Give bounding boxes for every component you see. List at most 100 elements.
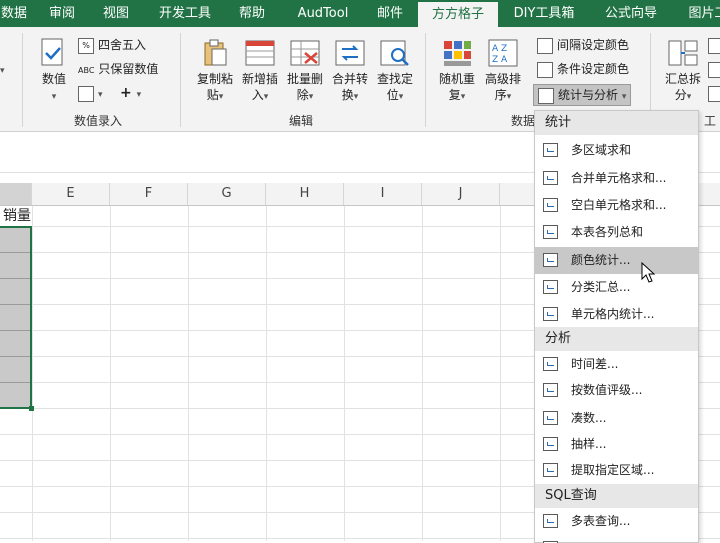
- mouse-cursor-icon: [641, 262, 656, 283]
- column-header-d[interactable]: [0, 183, 32, 205]
- keep-values-button[interactable]: ABC 只保留数值: [78, 59, 158, 79]
- column-header[interactable]: H: [266, 183, 344, 205]
- tab-fangfanggezi[interactable]: 方方格子: [418, 2, 498, 27]
- column-header[interactable]: F: [110, 183, 188, 205]
- menu-item-blank-cell-sum[interactable]: 空白单元格求和...: [535, 192, 698, 219]
- column-header[interactable]: J: [422, 183, 500, 205]
- sum-area-icon: [543, 143, 558, 157]
- value-button-label: 数值: [41, 72, 66, 86]
- svg-text:Z A: Z A: [492, 55, 508, 65]
- random-repeat-button[interactable]: 随机重 复▾: [432, 37, 482, 105]
- tab-audtool[interactable]: AudTool: [288, 0, 358, 27]
- menu-item-subtotal[interactable]: 分类汇总...: [535, 274, 698, 301]
- advanced-sort-label-2: 序: [494, 88, 507, 102]
- advanced-sort-label-1: 高级排: [484, 72, 521, 86]
- work-tool-button-3[interactable]: [708, 83, 720, 103]
- column-header[interactable]: E: [32, 183, 110, 205]
- tab-view[interactable]: 视图: [96, 0, 136, 27]
- random-repeat-label-2: 复: [448, 88, 461, 102]
- menu-section-stats: 统计: [535, 111, 698, 135]
- menu-item-in-cell-stats[interactable]: 单元格内统计...: [535, 301, 698, 328]
- sales-header-cell[interactable]: 销量: [0, 206, 31, 226]
- menu-item-more[interactable]: [535, 535, 698, 543]
- copy-paste-label-2: 贴: [206, 88, 219, 102]
- column-header[interactable]: I: [344, 183, 422, 205]
- menu-item-extract-range[interactable]: 提取指定区域...: [535, 457, 698, 484]
- merge-convert-button[interactable]: 合并转 换▾: [325, 37, 375, 105]
- round-button-label: 四舍五入: [98, 38, 147, 52]
- menu-item-color-stats[interactable]: 颜色统计...: [535, 247, 698, 274]
- find-icon: [380, 40, 409, 66]
- tab-image-tools[interactable]: 图片工: [678, 0, 720, 27]
- menu-item-make-up-sum[interactable]: 凑数...: [535, 405, 698, 432]
- tab-review[interactable]: 审阅: [42, 0, 82, 27]
- group-label-numeric: 数值录入: [74, 114, 123, 128]
- value-button[interactable]: 数值 ▾: [36, 37, 72, 105]
- gridline: [500, 206, 501, 541]
- summary-split-label-2: 分: [674, 88, 687, 102]
- menu-item-column-totals[interactable]: 本表各列总和: [535, 219, 698, 246]
- interval-color-label: 间隔设定颜色: [557, 38, 630, 52]
- ribbon-tab-bar: 数据 审阅 视图 开发工具 帮助 AudTool 邮件 方方格子 DIY工具箱 …: [0, 0, 720, 27]
- cond-color-button[interactable]: 条件设定颜色: [537, 59, 629, 79]
- row-divider: [0, 356, 30, 357]
- merged-sum-icon: [543, 171, 558, 185]
- gridline: [422, 206, 423, 541]
- gridline: [32, 206, 33, 541]
- menu-section-sql: SQL查询: [535, 484, 698, 508]
- divider: [180, 33, 181, 127]
- insert-symbol-button[interactable]: + ▾: [120, 83, 141, 103]
- divider: [425, 33, 426, 127]
- row-divider: [0, 330, 30, 331]
- sort-az-icon: A Z Z A: [488, 39, 518, 67]
- new-insert-button[interactable]: 新增插 入▾: [235, 37, 285, 105]
- work-tool-button-2[interactable]: [708, 59, 720, 79]
- copy-paste-button[interactable]: 复制粘 贴▾: [190, 37, 240, 105]
- menu-item-grade-by-value[interactable]: 按数值评级...: [535, 377, 698, 404]
- tab-developer[interactable]: 开发工具: [150, 0, 220, 27]
- summary-split-icon: [668, 40, 698, 66]
- advanced-sort-button[interactable]: A Z Z A 高级排 序▾: [478, 37, 528, 105]
- round-icon: %: [78, 37, 94, 54]
- menu-item-sampling[interactable]: 抽样...: [535, 431, 698, 458]
- menu-item-label: 多区域求和: [571, 143, 632, 157]
- interval-color-button[interactable]: 间隔设定颜色: [537, 35, 629, 55]
- tab-help[interactable]: 帮助: [232, 0, 272, 27]
- menu-item-multi-table-query[interactable]: 多表查询...: [535, 508, 698, 535]
- tab-mail[interactable]: 邮件: [368, 0, 412, 27]
- menu-item-time-diff[interactable]: 时间差...: [535, 351, 698, 378]
- menu-item-merged-cell-sum[interactable]: 合并单元格求和...: [535, 165, 698, 192]
- sampling-icon: [543, 437, 558, 451]
- time-diff-icon: [543, 357, 558, 371]
- group-label-work: 工: [704, 114, 717, 128]
- in-cell-stats-icon: [543, 307, 558, 321]
- menu-item-label: 空白单元格求和...: [571, 198, 667, 212]
- stats-analysis-button[interactable]: 统计与分析 ▾: [533, 84, 632, 106]
- color-stats-icon: [543, 253, 558, 267]
- batch-delete-label-1: 批量删: [286, 72, 323, 86]
- merge-convert-label-2: 换: [341, 88, 354, 102]
- work-icon-1: [708, 37, 720, 54]
- edit-options-button[interactable]: ▾: [78, 83, 103, 103]
- edit-icon: [78, 85, 94, 102]
- tab-formula-wizard[interactable]: 公式向导: [596, 0, 666, 27]
- cond-color-icon: [537, 61, 553, 78]
- round-button[interactable]: % 四舍五入: [78, 35, 146, 55]
- tab-diy-toolbox[interactable]: DIY工具箱: [508, 0, 580, 27]
- summary-split-button[interactable]: 汇总拆 分▾: [660, 37, 706, 105]
- find-locate-button[interactable]: 查找定 位▾: [370, 37, 420, 105]
- plus-icon: +: [120, 85, 132, 101]
- subtotal-icon: [543, 280, 558, 294]
- batch-delete-button[interactable]: 批量删 除▾: [280, 37, 330, 105]
- work-tool-button-1[interactable]: [708, 35, 720, 55]
- interval-color-icon: [537, 37, 553, 54]
- fill-handle[interactable]: [29, 406, 34, 411]
- copy-paste-label-1: 复制粘: [196, 72, 233, 86]
- selected-range[interactable]: [0, 226, 32, 409]
- menu-item-multi-area-sum[interactable]: 多区域求和: [535, 137, 698, 164]
- tab-data[interactable]: 数据: [0, 0, 34, 27]
- group-label-data: 数据: [511, 114, 536, 128]
- table-query-icon: [543, 514, 558, 528]
- stats-icon: [538, 87, 554, 104]
- column-header[interactable]: G: [188, 183, 266, 205]
